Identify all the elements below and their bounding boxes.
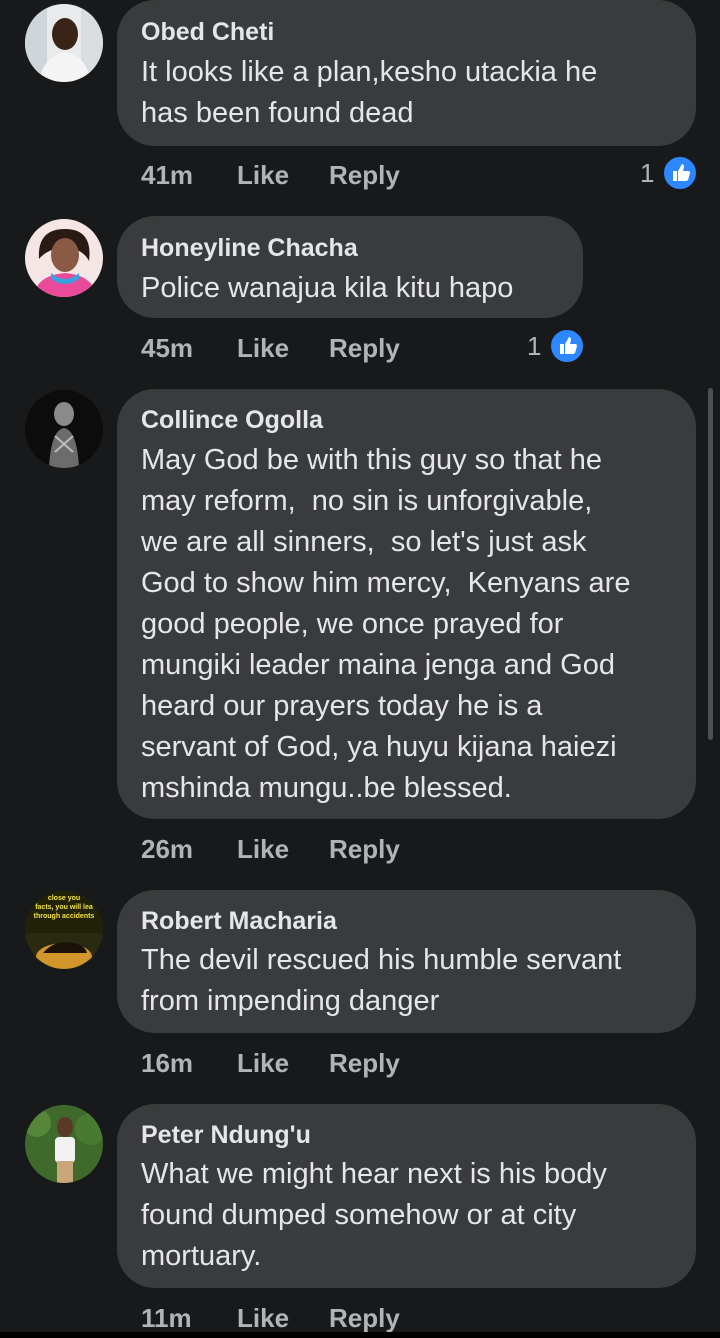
like-button[interactable]: Like [237,155,289,195]
comment-bubble[interactable]: Collince Ogolla May God be with this guy… [117,389,696,819]
reply-button[interactable]: Reply [329,328,400,368]
avatar-caption: through accidents [34,913,95,920]
comment-author[interactable]: Honeyline Chacha [141,234,358,263]
comment-bubble[interactable]: Peter Ndung'u What we might hear next is… [117,1104,696,1288]
comment-author[interactable]: Robert Macharia [141,907,337,936]
reaction-count[interactable]: 1 [527,326,541,366]
like-icon [549,328,585,364]
comment-author[interactable]: Peter Ndung'u [141,1121,311,1150]
comment-text: It looks like a plan,kesho utackia he ha… [141,56,598,129]
reply-button[interactable]: Reply [329,829,400,869]
comment-author[interactable]: Obed Cheti [141,18,274,47]
bottom-edge [0,1332,720,1338]
comment-time: 16m [141,1048,194,1078]
comment-text: May God be with this guy so that he may … [141,444,631,804]
comment-actions: 16m Like Reply [141,1043,431,1083]
comment-time: 26m [141,834,194,864]
like-button[interactable]: Like [237,829,289,869]
like-button[interactable]: Like [237,328,289,368]
reply-button[interactable]: Reply [329,1043,400,1083]
comment-text: What we might hear next is his body foun… [141,1158,607,1272]
like-button[interactable]: Like [237,1043,289,1083]
reaction-count[interactable]: 1 [640,153,654,193]
comment-bubble[interactable]: Robert Macharia The devil rescued his hu… [117,890,696,1033]
scrollbar[interactable] [708,388,713,740]
avatar[interactable]: close you facts, you will lea through ac… [25,891,103,969]
comment-actions: 41m Like Reply [141,155,431,195]
comment-actions: 26m Like Reply [141,829,431,869]
avatar-caption: facts, you will lea [35,904,93,911]
reply-button[interactable]: Reply [329,155,400,195]
comments-page: Obed Cheti It looks like a plan,kesho ut… [0,0,720,1338]
comment-bubble[interactable]: Honeyline Chacha Police wanajua kila kit… [117,216,583,318]
like-icon [662,155,698,191]
comment-time: 41m [141,160,194,190]
comment-text: Police wanajua kila kitu hapo [141,272,514,304]
comment-text: The devil rescued his humble servant fro… [141,944,622,1017]
avatar[interactable] [25,1105,103,1183]
avatar[interactable] [25,390,103,468]
avatar[interactable] [25,219,103,297]
comment-author[interactable]: Collince Ogolla [141,406,323,435]
avatar[interactable] [25,4,103,82]
comment-actions: 45m Like Reply [141,328,431,368]
comment-bubble[interactable]: Obed Cheti It looks like a plan,kesho ut… [117,0,696,146]
avatar-caption: close you [48,895,80,902]
comment-time: 45m [141,333,194,363]
